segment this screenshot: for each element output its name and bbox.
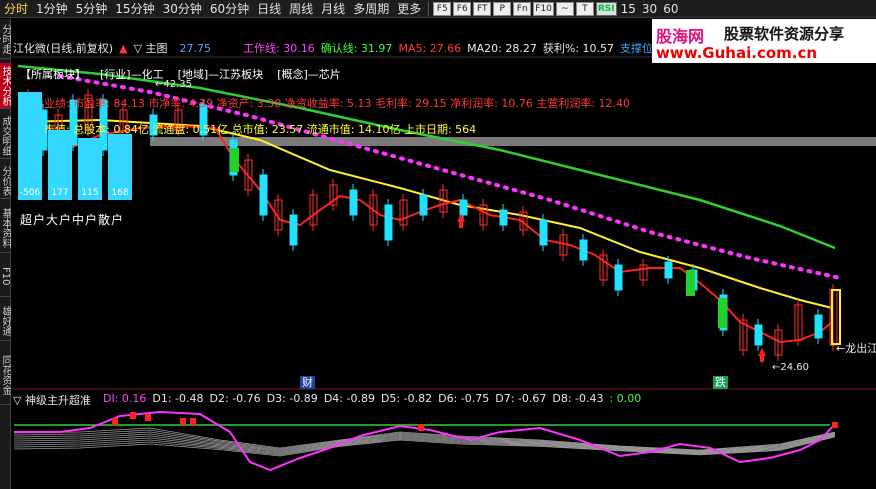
buy-arrow-icon-2 bbox=[758, 348, 766, 356]
candle-body-40 bbox=[814, 314, 823, 339]
high-price: 42.35 bbox=[163, 79, 193, 90]
indicator-signal-2 bbox=[145, 414, 151, 421]
candle-body-25 bbox=[499, 209, 508, 226]
candle-body-23 bbox=[459, 199, 468, 216]
indicator-d8: D8: -0.43 bbox=[552, 392, 604, 405]
candle-body-14 bbox=[289, 214, 298, 246]
indicator-title: 神级主升超准 bbox=[24, 394, 91, 407]
main-chart-toggle[interactable]: ▽ 主图 bbox=[134, 40, 174, 56]
work-line-value: 工作线: 30.16 bbox=[243, 42, 315, 55]
green-candle-1 bbox=[230, 148, 239, 172]
indicator-d7: D7: -0.67 bbox=[495, 392, 547, 405]
indicator-d6: D6: -0.75 bbox=[438, 392, 490, 405]
ma5-line bbox=[39, 119, 833, 344]
buy-arrow-stem-1 bbox=[459, 222, 463, 228]
event-badge-cai[interactable]: 财 bbox=[300, 376, 315, 389]
buy-arrow-stem-2 bbox=[760, 356, 764, 362]
sector-item-0: 【所属板块】 bbox=[20, 68, 86, 81]
indicator-di: DI: 0.16 bbox=[102, 392, 147, 405]
dragon-mark: 龙出江 bbox=[845, 342, 876, 355]
profit-value: 获利%: 10.57 bbox=[542, 42, 615, 55]
candle-body-33 bbox=[664, 261, 673, 279]
candle-body-29 bbox=[579, 239, 588, 261]
low-price: 24.60 bbox=[780, 362, 810, 373]
watermark-logo: 股海网 股票软件资源分享 www.Guhai.com.cn bbox=[652, 19, 876, 63]
indicator-d5: D5: -0.82 bbox=[380, 392, 433, 405]
ma20-value: MA20: 28.27 bbox=[467, 41, 537, 55]
indicator-d4: D4: -0.89 bbox=[323, 392, 375, 405]
indicator-signal-1 bbox=[130, 412, 136, 419]
dragon-mark-label: ←龙出江 bbox=[836, 340, 876, 356]
indicator-d3: D3: -0.89 bbox=[266, 392, 318, 405]
confirm-line bbox=[17, 64, 836, 250]
indicator-signal-0 bbox=[112, 418, 118, 425]
indicator-signal-4 bbox=[190, 418, 196, 425]
low-price-label: ←24.60 bbox=[772, 362, 810, 373]
indicator-signal-end bbox=[832, 422, 838, 428]
indicator-d1: D1: -0.48 bbox=[152, 392, 204, 405]
candle-body-37 bbox=[754, 324, 763, 346]
ma5-value: MA5: 27.66 bbox=[398, 41, 462, 55]
funds-bar-panel: -506 177 115 168 bbox=[18, 90, 138, 200]
price-value: 27.75 bbox=[179, 41, 212, 55]
watermark-url: www.Guhai.com.cn bbox=[656, 44, 818, 62]
watermark-slogan: 股票软件资源分享 bbox=[724, 25, 845, 43]
stock-title: 江化微(日线,前复权) bbox=[13, 42, 114, 55]
candle-body-12 bbox=[259, 174, 268, 216]
fund-bar-0 bbox=[18, 92, 42, 200]
high-price-label: ←42.35 bbox=[155, 79, 193, 90]
support-label: 支撑位 bbox=[620, 42, 654, 55]
fund-value-3: 168 bbox=[111, 188, 129, 198]
candle-body-19 bbox=[384, 204, 393, 241]
fund-value-2: 115 bbox=[81, 188, 99, 198]
event-badge-die[interactable]: 跌 bbox=[713, 376, 728, 389]
green-candle-3 bbox=[718, 298, 727, 328]
confirm-line-value: 确认线: 31.97 bbox=[320, 42, 393, 55]
sector-item-3[interactable]: [概念]—芯片 bbox=[277, 68, 341, 81]
main-label: 主图 bbox=[145, 42, 168, 55]
candle-body-17 bbox=[349, 189, 358, 216]
indicator-name[interactable]: ▽ 神级主升超准 bbox=[13, 392, 97, 408]
gray-band bbox=[150, 137, 876, 146]
candle-body-31 bbox=[614, 264, 623, 291]
indicator-d2: D2: -0.76 bbox=[209, 392, 261, 405]
fund-value-0: -506 bbox=[19, 188, 41, 198]
candle-body-27 bbox=[539, 219, 548, 246]
green-candle-2 bbox=[686, 270, 695, 296]
indicator-signal-3 bbox=[180, 418, 186, 425]
funds-labels: 超户大户中户散户 bbox=[20, 213, 125, 227]
indicator-signal-5 bbox=[418, 424, 424, 431]
candle-body-21 bbox=[419, 194, 428, 216]
indicator-header: ▽ 神级主升超准 DI: 0.16 D1: -0.48 D2: -0.76 D3… bbox=[13, 392, 647, 408]
up-arrow-icon: ▲ bbox=[119, 41, 128, 55]
indicator-tail: : 0.00 bbox=[609, 392, 642, 405]
fund-value-1: 177 bbox=[51, 188, 69, 198]
chart-header: 江化微(日线,前复权) ▲ ▽ 主图 27.75 工作线: 30.16 确认线:… bbox=[13, 40, 659, 56]
